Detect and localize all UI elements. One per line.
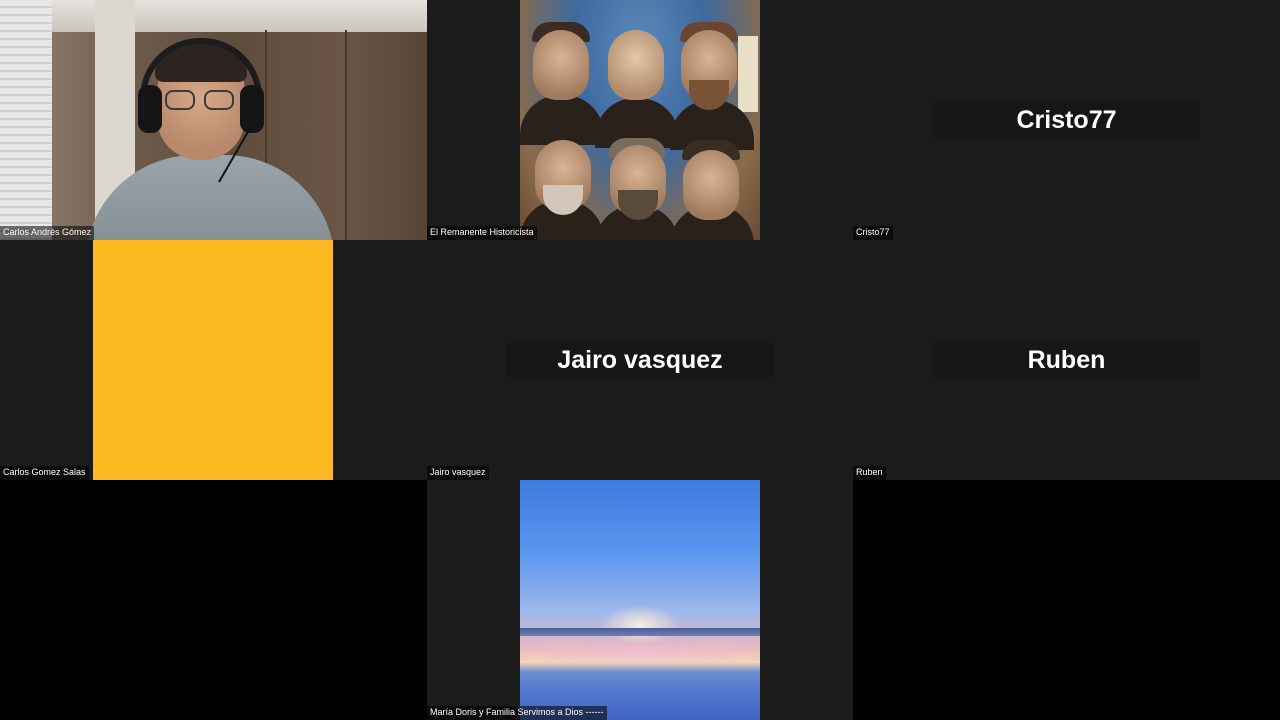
participant-tile-carlos-andres-gomez[interactable]: Carlos Andrés Gómez: [0, 0, 427, 240]
participant-tile-maria-doris[interactable]: María Doris y Familia Servimos a Dios --…: [427, 480, 853, 720]
participant-tile-carlos-gomez-salas[interactable]: Carlos Gomez Salas: [0, 240, 427, 480]
participant-display-name: Cristo77: [933, 103, 1200, 137]
participant-tile-ruben[interactable]: Ruben Ruben: [853, 240, 1280, 480]
participant-tile-cristo77[interactable]: Cristo77 Cristo77: [853, 0, 1280, 240]
participant-display-name: Jairo vasquez: [507, 343, 773, 377]
participant-name-label: María Doris y Familia Servimos a Dios --…: [427, 706, 607, 720]
participant-name-label: El Remanente Historicista: [427, 226, 537, 240]
profile-picture: [520, 480, 760, 720]
empty-tile: [0, 480, 427, 720]
participant-name-label: Carlos Gomez Salas: [0, 466, 89, 480]
participant-name-label: Ruben: [853, 466, 886, 480]
participant-name-label: Jairo vasquez: [427, 466, 489, 480]
profile-picture: [520, 0, 760, 240]
empty-tile: [853, 480, 1280, 720]
window-blinds: [0, 0, 52, 240]
profile-picture: [93, 240, 333, 480]
glasses: [165, 90, 195, 110]
gallery-view: Carlos Andrés Gómez El Remanente Histori…: [0, 0, 1280, 720]
participant-name-label: Cristo77: [853, 226, 893, 240]
participant-display-name: Ruben: [933, 343, 1200, 377]
participant-tile-jairo-vasquez[interactable]: Jairo vasquez Jairo vasquez: [427, 240, 853, 480]
participant-name-label: Carlos Andrés Gómez: [0, 226, 95, 240]
participant-tile-el-remanente-historicista[interactable]: El Remanente Historicista: [427, 0, 853, 240]
participant-video: [0, 0, 427, 240]
